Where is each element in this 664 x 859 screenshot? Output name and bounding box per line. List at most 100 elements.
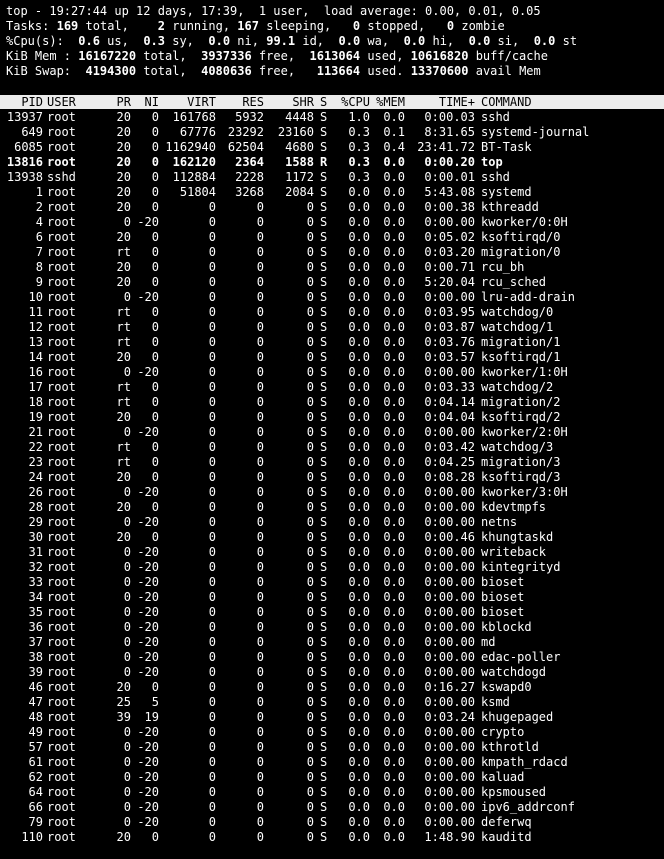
cell-state: S xyxy=(320,710,328,724)
cell-pid: 34 xyxy=(28,590,43,604)
cell-ni: -20 xyxy=(137,650,159,664)
cell-command: watchdog/3 xyxy=(481,440,554,454)
table-row: 24 root 20 0 0 0 0 S 0.0 0.0 0:08.28 ksoftirqd/3 xyxy=(0,470,664,485)
cell-cpu: 0.0 xyxy=(348,320,370,334)
cell-pid: 649 xyxy=(21,125,43,139)
cell-ni: 0 xyxy=(151,245,159,259)
cell-virt: 0 xyxy=(208,740,216,754)
cell-virt: 0 xyxy=(208,770,216,784)
cell-virt: 0 xyxy=(208,365,216,379)
cell-mem: 0.0 xyxy=(383,110,405,124)
cell-command: kworker/2:0H xyxy=(481,425,568,439)
cell-mem: 0.0 xyxy=(383,320,405,334)
column-header-time[interactable]: TIME+ xyxy=(405,95,475,109)
cell-res: 0 xyxy=(256,260,264,274)
column-header-mem[interactable]: %MEM xyxy=(370,95,405,109)
cell-cpu: 0.0 xyxy=(348,635,370,649)
cell-state: S xyxy=(320,230,328,244)
table-row: 23 root rt 0 0 0 0 S 0.0 0.0 0:04.25 migration/3 xyxy=(0,455,664,470)
cell-pid: 30 xyxy=(28,530,43,544)
cell-virt: 0 xyxy=(208,635,216,649)
cpu-si: 0.0 xyxy=(468,34,491,48)
cell-pid: 24 xyxy=(28,470,43,484)
cell-time: 0:00.00 xyxy=(424,815,475,829)
cell-virt: 0 xyxy=(208,680,216,694)
tasks-running: 2 xyxy=(157,19,166,33)
cell-pid: 31 xyxy=(28,545,43,559)
cell-shr: 0 xyxy=(306,710,314,724)
cpu-hi: 0.0 xyxy=(403,34,426,48)
cell-state: S xyxy=(320,530,328,544)
column-header-res[interactable]: RES xyxy=(216,95,264,109)
cell-virt: 0 xyxy=(208,485,216,499)
cell-mem: 0.0 xyxy=(383,755,405,769)
cell-virt: 0 xyxy=(208,695,216,709)
cell-pr: 20 xyxy=(116,470,131,484)
tasks-stopped: 0 xyxy=(352,19,361,33)
column-header-pid[interactable]: PID xyxy=(0,95,43,109)
cell-shr: 0 xyxy=(306,635,314,649)
swap-total: 4194300 xyxy=(85,64,137,78)
cell-res: 2364 xyxy=(235,155,264,169)
cell-virt: 0 xyxy=(208,830,216,844)
cell-ni: -20 xyxy=(137,290,159,304)
cell-mem: 0.0 xyxy=(383,245,405,259)
table-row: 11 root rt 0 0 0 0 S 0.0 0.0 0:03.95 watchdog/0 xyxy=(0,305,664,320)
cell-res: 0 xyxy=(256,635,264,649)
column-header-command[interactable]: COMMAND xyxy=(481,95,664,109)
cell-ni: -20 xyxy=(137,485,159,499)
cell-command: ipv6_addrconf xyxy=(481,800,575,814)
column-header-virt[interactable]: VIRT xyxy=(159,95,216,109)
cell-res: 0 xyxy=(256,665,264,679)
column-header-ni[interactable]: NI xyxy=(131,95,159,109)
cell-virt: 1162940 xyxy=(165,140,216,154)
table-row: 66 root 0 -20 0 0 0 S 0.0 0.0 0:00.00 ipv6_addrconf xyxy=(0,800,664,815)
cell-virt: 0 xyxy=(208,380,216,394)
column-header-cpu[interactable]: %CPU xyxy=(330,95,370,109)
cell-cpu: 0.0 xyxy=(348,740,370,754)
cell-virt: 67776 xyxy=(179,125,216,139)
cell-command: bioset xyxy=(481,575,525,589)
cell-res: 0 xyxy=(256,410,264,424)
cell-time: 5:43.08 xyxy=(424,185,475,199)
cell-time: 0:00.00 xyxy=(424,590,475,604)
cell-mem: 0.0 xyxy=(383,260,405,274)
cell-state: S xyxy=(320,740,328,754)
tasks-total-word: total, xyxy=(85,19,129,33)
swap-free-word: free, xyxy=(258,64,296,78)
column-header-shr[interactable]: SHR xyxy=(264,95,314,109)
cell-pid: 47 xyxy=(28,695,43,709)
cell-time: 0:00.38 xyxy=(424,200,475,214)
cell-time: 8:31.65 xyxy=(424,125,475,139)
cell-pid: 4 xyxy=(35,215,43,229)
column-header-s[interactable]: S xyxy=(320,95,330,109)
cell-time: 0:00.00 xyxy=(424,800,475,814)
cell-mem: 0.1 xyxy=(383,125,405,139)
column-header-pr[interactable]: PR xyxy=(104,95,131,109)
cell-time: 0:00.00 xyxy=(424,770,475,784)
cpu-label: %Cpu(s): xyxy=(6,34,64,48)
cell-command: bioset xyxy=(481,605,525,619)
cell-shr: 0 xyxy=(306,530,314,544)
cell-virt: 0 xyxy=(208,575,216,589)
cell-ni: 0 xyxy=(151,170,159,184)
cell-res: 0 xyxy=(256,230,264,244)
process-table-header[interactable]: PID USER PR NI VIRT RES SHR S %CPU %MEM … xyxy=(0,95,664,109)
cell-state: S xyxy=(320,140,328,154)
cell-pid: 11 xyxy=(28,305,43,319)
cell-command: ksoftirqd/0 xyxy=(481,230,561,244)
cell-virt: 0 xyxy=(208,800,216,814)
cell-state: S xyxy=(320,545,328,559)
mem-label: KiB Mem : xyxy=(6,49,72,63)
cell-pid: 36 xyxy=(28,620,43,634)
cell-pr: 20 xyxy=(116,125,131,139)
cell-ni: 0 xyxy=(151,185,159,199)
cpu-line: %Cpu(s): 0.6 us, 0.3 sy, 0.0 ni, 99.1 id… xyxy=(6,34,658,49)
cell-ni: -20 xyxy=(137,560,159,574)
table-row: 32 root 0 -20 0 0 0 S 0.0 0.0 0:00.00 kintegrityd xyxy=(0,560,664,575)
cell-time: 0:03.33 xyxy=(424,380,475,394)
cell-state: S xyxy=(320,575,328,589)
cell-shr: 0 xyxy=(306,815,314,829)
cell-command: bioset xyxy=(481,590,525,604)
cell-cpu: 0.0 xyxy=(348,275,370,289)
